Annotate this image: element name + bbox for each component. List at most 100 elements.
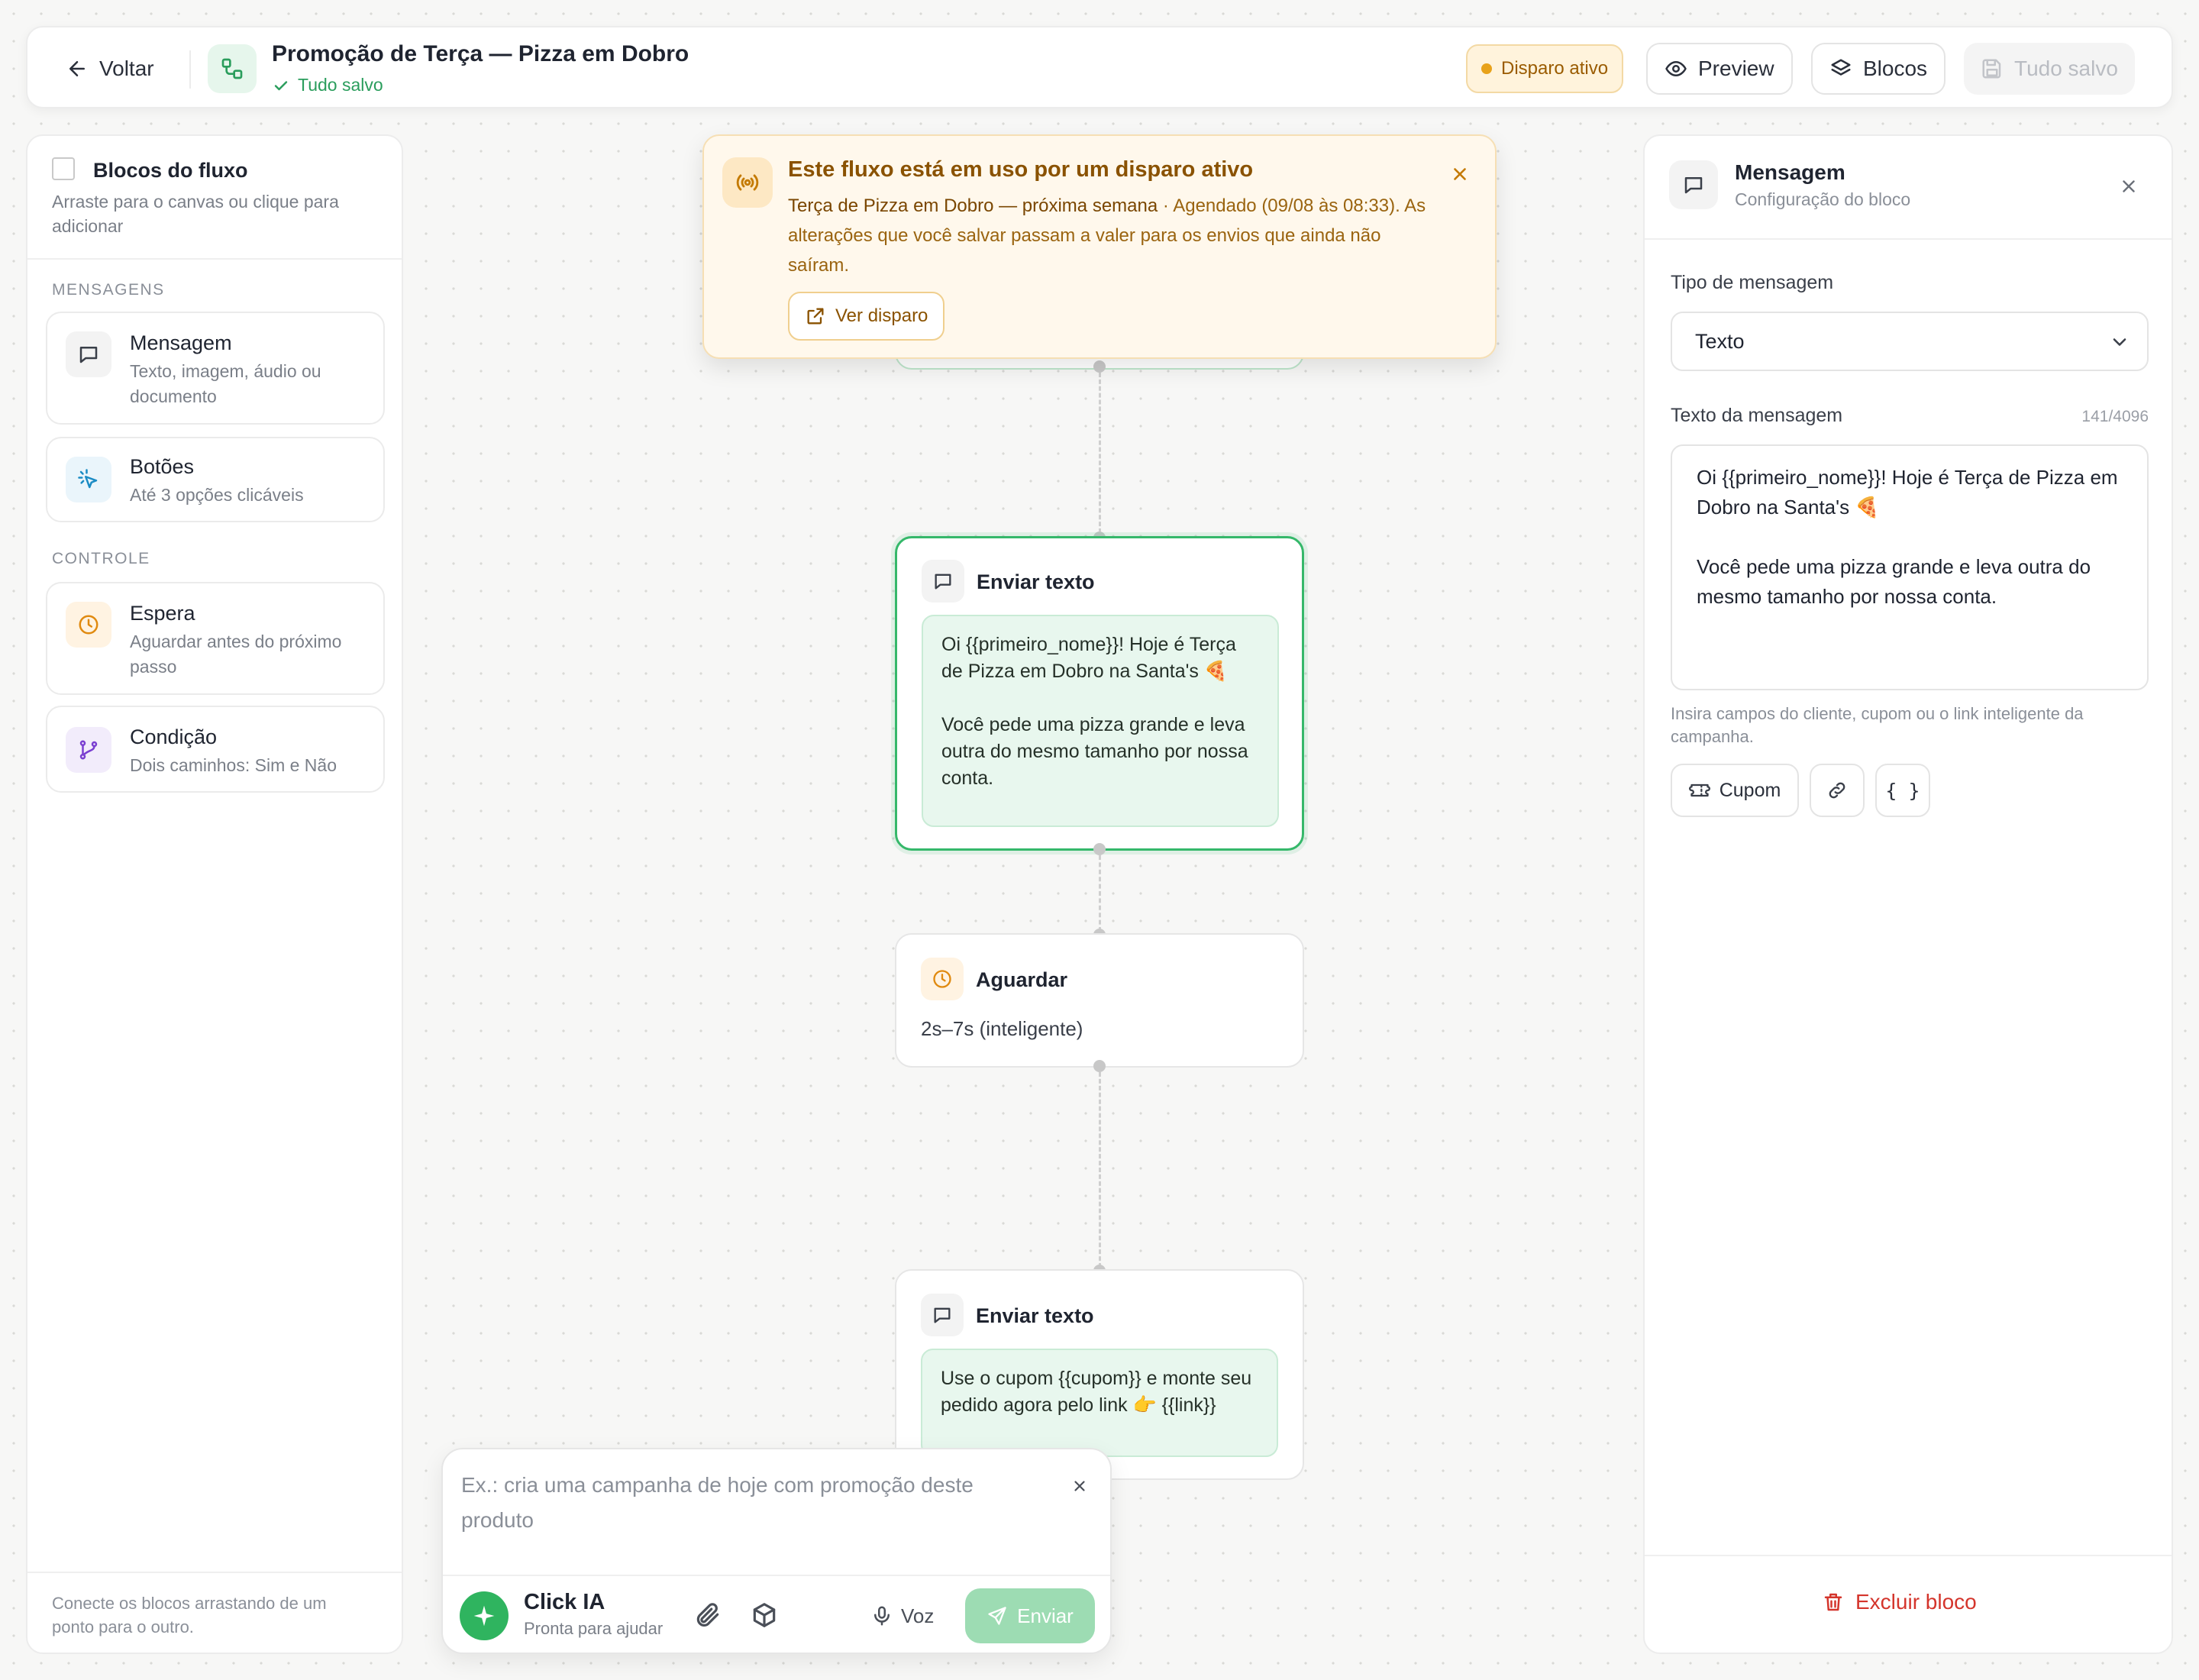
ai-assistant-box: Ex.: cria uma campanha de hoje com promo… — [441, 1448, 1112, 1654]
save-button[interactable]: Tudo salvo — [1964, 43, 2135, 95]
sidebar-title: Blocos do fluxo — [93, 159, 248, 182]
save-status: Tudo salvo — [272, 75, 383, 95]
wait-duration: 2s–7s (inteligente) — [921, 1017, 1083, 1040]
flow-node-send-text[interactable]: Enviar texto Oi {{primeiro_nome}}! Hoje … — [895, 536, 1304, 851]
clock-icon — [66, 602, 111, 648]
blocks-sidebar: Blocos do fluxo Arraste para o canvas ou… — [26, 134, 403, 1654]
char-count: 141/4096 — [2081, 408, 2149, 425]
preview-button[interactable]: Preview — [1646, 43, 1793, 95]
block-desc: Até 3 opções clicáveis — [130, 485, 304, 505]
node-message-preview: Use o cupom {{cupom}} e monte seu pedido… — [921, 1349, 1278, 1457]
node-handle[interactable] — [1093, 1060, 1106, 1072]
message-icon — [921, 1294, 964, 1336]
close-icon[interactable] — [1066, 1472, 1093, 1500]
back-button[interactable]: Voltar — [49, 43, 171, 95]
sparkle-icon — [460, 1591, 509, 1640]
message-text-area[interactable]: Oi {{primeiro_nome}}! Hoje é Terça de Pi… — [1671, 444, 2149, 690]
message-icon — [922, 560, 964, 603]
sidebar-footer: Conecte os blocos arrastando de um ponto… — [52, 1594, 327, 1636]
close-icon[interactable] — [1445, 159, 1475, 189]
save-status-text: Tudo salvo — [298, 75, 383, 95]
block-desc: Dois caminhos: Sim e Não — [130, 755, 337, 775]
message-text-label: Texto da mensagem — [1671, 405, 1843, 426]
voice-button[interactable]: Voz — [870, 1598, 934, 1634]
microphone-icon — [870, 1604, 893, 1627]
block-condicao[interactable]: Condição Dois caminhos: Sim e Não — [46, 706, 385, 793]
back-label: Voltar — [99, 57, 154, 80]
branch-icon — [66, 727, 111, 773]
divider — [189, 50, 191, 89]
block-botoes[interactable]: Botões Até 3 opções clicáveis — [46, 437, 385, 522]
node-title: Enviar texto — [976, 1304, 1094, 1327]
blocks-button[interactable]: Blocos — [1811, 43, 1946, 95]
divider — [1645, 238, 2172, 240]
edge-connector — [1099, 855, 1101, 932]
active-dispatch-banner: Este fluxo está em uso por um disparo at… — [702, 134, 1497, 359]
layers-icon — [1829, 57, 1852, 80]
ai-prompt-input[interactable]: Ex.: cria uma campanha de hoje com promo… — [461, 1468, 1041, 1538]
link-icon — [1826, 780, 1848, 801]
close-icon[interactable] — [2113, 171, 2144, 202]
save-disk-icon — [1981, 57, 2004, 80]
arrow-left-icon — [66, 57, 89, 80]
panel-title: Mensagem — [1735, 160, 1845, 184]
banner-campaign-name: Terça de Pizza em Dobro — próxima semana — [788, 195, 1158, 216]
panel-subtitle: Configuração do bloco — [1735, 189, 1911, 209]
node-message-preview: Oi {{primeiro_nome}}! Hoje é Terça de Pi… — [922, 615, 1279, 827]
node-handle[interactable] — [1093, 843, 1106, 855]
message-type-value: Texto — [1695, 330, 1745, 353]
divider — [27, 1572, 402, 1573]
broken-image-icon — [52, 157, 75, 180]
node-handle[interactable] — [1093, 360, 1106, 373]
send-button[interactable]: Enviar — [965, 1588, 1095, 1643]
view-dispatch-button[interactable]: Ver disparo — [788, 292, 945, 341]
send-icon — [986, 1605, 1008, 1627]
flow-node-wait[interactable]: Aguardar 2s–7s (inteligente) — [895, 933, 1304, 1068]
insert-link-button[interactable] — [1810, 764, 1865, 817]
block-title: Condição — [130, 725, 218, 748]
voice-label: Voz — [901, 1604, 935, 1627]
external-link-icon — [805, 305, 826, 327]
save-button-label: Tudo salvo — [2014, 57, 2118, 80]
divider — [1645, 1555, 2172, 1556]
chevron-down-icon — [2109, 331, 2130, 353]
section-label-control: CONTROLE — [52, 550, 150, 567]
page-title: Promoção de Terça — Pizza em Dobro — [272, 41, 689, 66]
message-type-select[interactable]: Texto — [1671, 312, 2149, 371]
block-title: Botões — [130, 455, 195, 478]
message-icon — [66, 331, 111, 377]
trash-icon — [1822, 1591, 1845, 1614]
block-desc: Aguardar antes do próximo passo — [130, 632, 342, 677]
message-icon — [1669, 160, 1718, 209]
braces-label: { } — [1885, 779, 1920, 802]
ticket-icon — [1688, 780, 1710, 801]
package-icon[interactable] — [750, 1601, 779, 1630]
message-helper-text: Insira campos do cliente, cupom ou o lin… — [1671, 704, 2084, 746]
flow-icon — [208, 44, 257, 93]
block-title: Mensagem — [130, 331, 232, 354]
insert-variable-button[interactable]: { } — [1875, 764, 1930, 817]
node-title: Enviar texto — [977, 570, 1095, 593]
pointer-click-icon — [66, 457, 111, 502]
delete-block-button[interactable]: Excluir bloco — [1822, 1590, 1977, 1614]
insert-coupon-button[interactable]: Cupom — [1671, 764, 1799, 817]
block-mensagem[interactable]: Mensagem Texto, imagem, áudio ou documen… — [46, 312, 385, 425]
broadcast-icon — [722, 157, 773, 208]
paperclip-icon[interactable] — [693, 1601, 722, 1630]
divider — [443, 1575, 1110, 1576]
node-title: Aguardar — [976, 968, 1068, 991]
send-label: Enviar — [1017, 1604, 1074, 1627]
preview-label: Preview — [1698, 57, 1774, 80]
block-espera[interactable]: Espera Aguardar antes do próximo passo — [46, 582, 385, 695]
section-label-messages: MENSAGENS — [52, 281, 165, 299]
banner-body: Terça de Pizza em Dobro — próxima semana… — [788, 191, 1429, 280]
delete-block-label: Excluir bloco — [1855, 1590, 1977, 1614]
message-type-label: Tipo de mensagem — [1671, 272, 1834, 293]
clock-icon — [921, 958, 964, 1000]
block-config-panel: Mensagem Configuração do bloco Tipo de m… — [1643, 134, 2173, 1654]
view-dispatch-label: Ver disparo — [835, 305, 928, 326]
active-dispatch-badge: Disparo ativo — [1466, 44, 1624, 93]
eye-icon — [1665, 57, 1687, 80]
block-title: Espera — [130, 602, 195, 625]
top-bar: Voltar Promoção de Terça — Pizza em Dobr… — [26, 26, 2173, 108]
